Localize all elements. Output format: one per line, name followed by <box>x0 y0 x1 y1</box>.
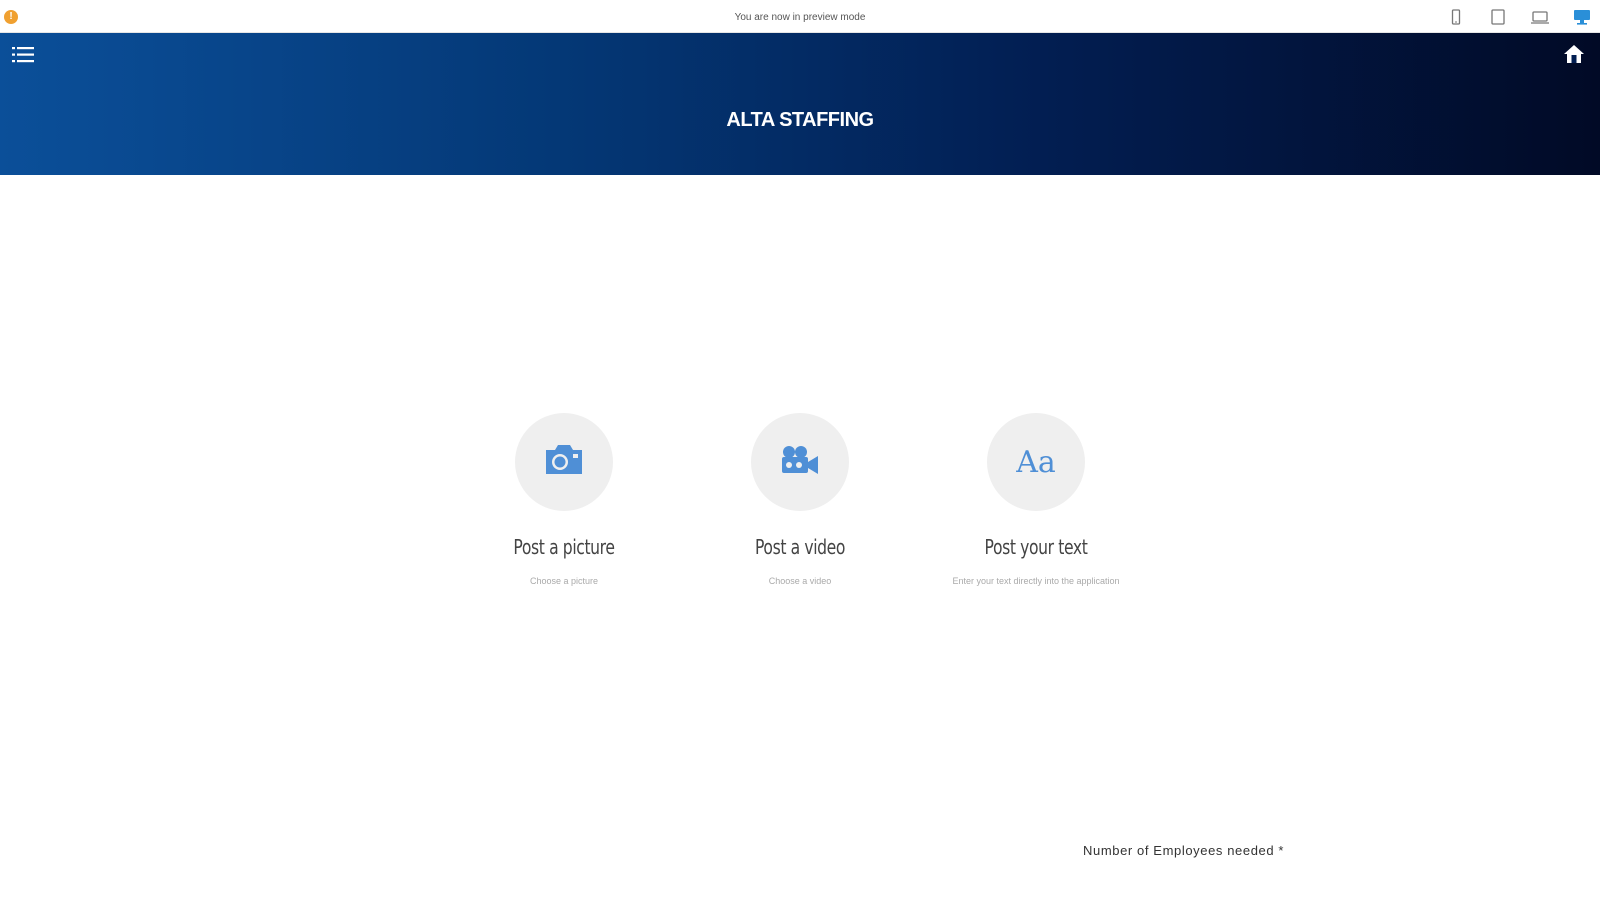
post-text-subtitle: Enter your text directly into the applic… <box>952 576 1120 586</box>
post-video-title: Post a video <box>754 535 846 559</box>
post-video-option[interactable]: Post a video Choose a video <box>710 413 890 588</box>
desktop-icon[interactable] <box>1572 8 1592 26</box>
post-text-circle[interactable]: Aa <box>987 413 1085 511</box>
text-icon: Aa <box>1016 444 1056 480</box>
tablet-icon[interactable] <box>1488 8 1508 26</box>
device-switcher <box>1446 8 1592 26</box>
laptop-icon[interactable] <box>1530 8 1550 26</box>
post-picture-subtitle: Choose a picture <box>529 576 599 586</box>
post-picture-option[interactable]: Post a picture Choose a picture <box>474 413 654 588</box>
post-picture-circle[interactable] <box>515 413 613 511</box>
post-text-title: Post your text <box>984 535 1088 559</box>
employees-needed-label: Number of Employees needed * <box>1083 843 1285 858</box>
post-video-subtitle: Choose a video <box>768 576 832 586</box>
post-text-option[interactable]: Aa Post your text Enter your text direct… <box>946 413 1126 588</box>
preview-mode-bar: ! You are now in preview mode <box>0 0 1600 33</box>
camera-icon <box>543 443 585 482</box>
home-icon[interactable] <box>1562 43 1586 65</box>
preview-mode-message: You are now in preview mode <box>734 12 866 23</box>
hamburger-menu-icon[interactable] <box>12 45 36 65</box>
post-video-circle[interactable] <box>751 413 849 511</box>
post-picture-title: Post a picture <box>513 535 615 559</box>
page-title: ALTA STAFFING <box>726 109 874 131</box>
video-camera-icon <box>779 443 821 482</box>
phone-icon[interactable] <box>1446 8 1466 26</box>
app-header: ALTA STAFFING <box>0 33 1600 175</box>
